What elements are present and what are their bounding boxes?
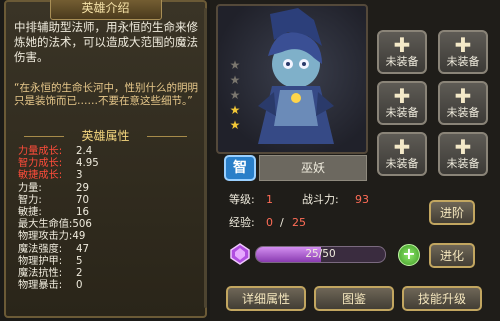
stat-value: 47 — [76, 243, 89, 255]
stat-row: 敏捷: 16 — [18, 207, 198, 219]
exp-value: 0 — [266, 216, 273, 229]
stat-row: 智力: 70 — [18, 195, 198, 207]
stat-row: 力量: 29 — [18, 183, 198, 195]
stat-row: 物理护甲: 5 — [18, 256, 198, 268]
stat-value: 70 — [76, 194, 89, 206]
add-soulstone-button[interactable]: + — [398, 244, 420, 266]
exp-label: 经验: — [229, 216, 255, 229]
panel-scrollbar[interactable] — [204, 8, 207, 308]
slot-label: 未装备 — [446, 157, 480, 170]
exp-max: 25 — [292, 216, 306, 229]
star-icon: ★ — [229, 118, 241, 132]
skill-upgrade-button[interactable]: 技能升级 — [402, 286, 482, 311]
power-label: 战斗力: — [302, 193, 339, 206]
star-icon: ★ — [229, 73, 241, 87]
stat-label: 智力成长: — [18, 158, 63, 170]
power-value: 93 — [355, 193, 369, 206]
plus-icon: ✚ — [393, 33, 411, 57]
equipment-slot[interactable]: ✚ 未装备 — [438, 132, 488, 176]
plus-icon: ✚ — [393, 135, 411, 159]
stat-label: 物理攻击力: — [18, 231, 73, 243]
stat-row: 魔法强度: 47 — [18, 244, 198, 256]
stat-label: 最大生命值: — [18, 219, 73, 231]
codex-button[interactable]: 图鉴 — [314, 286, 394, 311]
stat-row: 魔法抗性: 2 — [18, 268, 198, 280]
stat-value: 4.95 — [76, 158, 99, 170]
stat-value: 2 — [76, 268, 83, 280]
advance-button[interactable]: 进阶 — [429, 200, 475, 225]
hero-info-panel: 英雄介绍 中排辅助型法师，用永恒的生命来修炼她的法术，可以造成大范围的魔法伤害。… — [4, 0, 207, 318]
stat-row: 力量成长: 2.4 — [18, 146, 198, 158]
star-icon: ★ — [229, 103, 241, 117]
stat-value: 5 — [76, 255, 83, 267]
slot-label: 未装备 — [446, 55, 480, 68]
stat-value: 0 — [76, 280, 83, 292]
plus-icon: ✚ — [454, 33, 472, 57]
stat-value: 3 — [76, 170, 83, 182]
plus-icon: ✚ — [454, 84, 472, 108]
soulstone-progress-text: 25/50 — [305, 248, 336, 260]
stat-value: 16 — [76, 207, 89, 219]
intelligence-badge: 智 — [224, 155, 256, 181]
stat-label: 魔法强度: — [18, 243, 63, 255]
slot-label: 未装备 — [446, 106, 480, 119]
level-value: 1 — [266, 193, 273, 206]
details-button[interactable]: 详细属性 — [226, 286, 306, 311]
stat-value: 49 — [72, 231, 86, 243]
stat-label: 敏捷: — [18, 207, 42, 219]
stat-label: 物理护甲: — [18, 255, 63, 267]
stat-row: 敏捷成长: 3 — [18, 170, 198, 182]
star-icon: ★ — [229, 58, 241, 72]
hero-quote: “在永恒的生命长河中，性别什么的明明只是装饰而已……不要在意这些细节。” — [14, 82, 198, 107]
stat-row: 智力成长: 4.95 — [18, 158, 198, 170]
slot-label: 未装备 — [385, 157, 419, 170]
equipment-slot[interactable]: ✚ 未装备 — [377, 132, 427, 176]
stat-label: 智力: — [18, 194, 42, 206]
stat-label: 物理暴击: — [18, 280, 63, 292]
slot-label: 未装备 — [385, 55, 419, 68]
level-label: 等级: — [229, 193, 255, 206]
stat-row: 物理攻击力: 49 — [18, 231, 198, 243]
hero-name: 巫妖 — [259, 155, 367, 181]
stat-value: 29 — [76, 182, 89, 194]
equipment-slot[interactable]: ✚ 未装备 — [438, 81, 488, 125]
stat-label: 敏捷成长: — [18, 170, 63, 182]
soulstone-icon — [230, 243, 250, 265]
stat-label: 力量成长: — [18, 146, 63, 157]
stat-value: 506 — [72, 219, 92, 231]
hero-description: 中排辅助型法师，用永恒的生命来修炼她的法术，可以造成大范围的魔法伤害。 — [14, 20, 198, 64]
plus-icon: ✚ — [454, 135, 472, 159]
stat-row: 最大生命值: 506 — [18, 219, 198, 231]
attributes-header: 英雄属性 — [6, 126, 205, 146]
stat-label: 魔法抗性: — [18, 268, 63, 280]
equipment-slot[interactable]: ✚ 未装备 — [377, 30, 427, 74]
equipment-slot[interactable]: ✚ 未装备 — [438, 30, 488, 74]
star-icon: ★ — [229, 88, 241, 102]
stat-value: 2.4 — [76, 146, 93, 157]
slot-label: 未装备 — [385, 106, 419, 119]
stat-label: 力量: — [18, 182, 42, 194]
stat-row: 物理暴击: 0 — [18, 280, 198, 292]
panel-title: 英雄介绍 — [49, 0, 162, 20]
exp-separator: / — [280, 216, 284, 229]
equipment-slot[interactable]: ✚ 未装备 — [377, 81, 427, 125]
stats-list: 力量成长: 2.4 智力成长: 4.95 敏捷成长: 3 力量: 29 智力: 70 敏捷… — [18, 146, 198, 292]
evolve-button[interactable]: 进化 — [429, 243, 475, 268]
plus-icon: ✚ — [393, 84, 411, 108]
